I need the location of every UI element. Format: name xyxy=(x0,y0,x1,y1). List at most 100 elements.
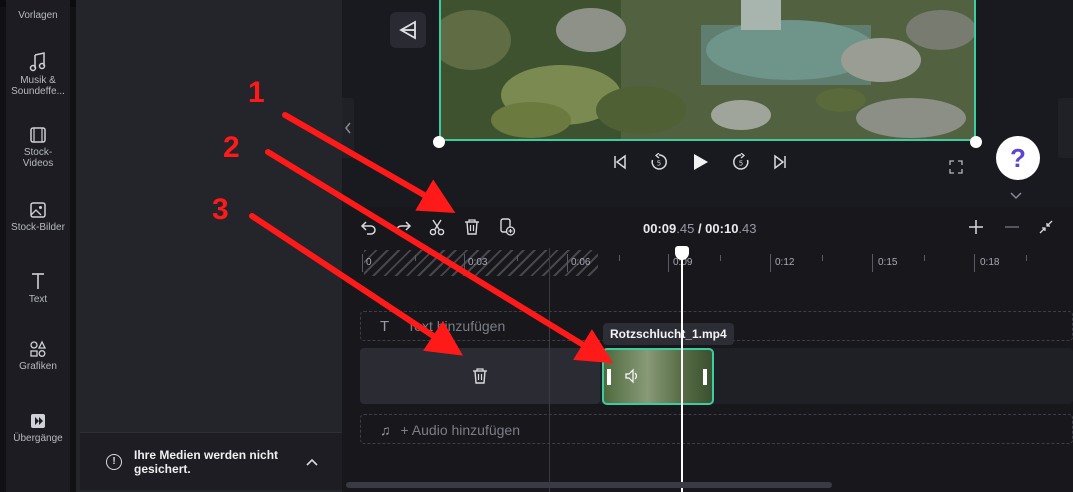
hover-cursor-line xyxy=(549,248,550,492)
add-text-label: Text hinzufügen xyxy=(407,318,506,334)
sidebar-item-graphics[interactable]: Grafiken xyxy=(6,340,70,372)
playhead-handle[interactable] xyxy=(675,246,689,260)
ruler-label: 0:06 xyxy=(571,257,591,268)
aspect-ratio-button[interactable] xyxy=(390,12,426,48)
text-icon: T xyxy=(380,318,390,335)
text-icon xyxy=(32,273,44,289)
notice-text: Ihre Medien werden nicht gesichert. xyxy=(134,447,279,476)
ruler-minor-tick xyxy=(619,255,620,261)
add-text-track[interactable]: T Text hinzufügen xyxy=(380,318,505,335)
ruler-tick xyxy=(770,254,771,272)
skip-to-start-icon[interactable] xyxy=(612,154,628,170)
sidebar-item-label: Grafiken xyxy=(19,361,57,372)
zoom-out-icon[interactable] xyxy=(1004,219,1020,235)
collapse-left-panel-button[interactable] xyxy=(342,98,354,158)
left-sidebar: Vorlagen Musik & Soundeffe... Stock-Vide… xyxy=(6,0,70,492)
ruler-minor-tick xyxy=(1026,255,1027,261)
zoom-in-icon[interactable] xyxy=(968,219,984,235)
ruler-minor-tick xyxy=(720,255,721,261)
sidebar-item-label: Text xyxy=(28,294,48,305)
chevron-left-icon xyxy=(345,122,351,134)
media-panel xyxy=(76,0,342,492)
transition-icon xyxy=(31,414,45,428)
svg-text:5: 5 xyxy=(657,160,661,168)
zoom-fit-icon[interactable] xyxy=(1038,219,1054,235)
ruler-label: 0:03 xyxy=(468,257,488,268)
fullscreen-icon[interactable] xyxy=(949,160,963,174)
clip-name-tooltip: Rotzschlucht_1.mp4 xyxy=(603,323,734,345)
ruler-label: 0 xyxy=(366,257,372,268)
ruler-minor-tick xyxy=(415,255,416,261)
duplicate-icon[interactable] xyxy=(498,218,516,236)
ruler-minor-tick xyxy=(924,255,925,261)
forward-5s-icon[interactable]: 5 xyxy=(732,153,750,171)
sidebar-item-label: Stock-Videos xyxy=(22,147,54,169)
time-separator: / xyxy=(694,221,706,236)
svg-text:5: 5 xyxy=(739,160,743,168)
help-button[interactable]: ? xyxy=(996,136,1040,180)
ruler-tick xyxy=(974,254,975,272)
total-time: 00:10 xyxy=(705,221,739,236)
sidebar-item-label: Stock-Bilder xyxy=(11,222,65,233)
annotation-label-2: 2 xyxy=(223,131,240,164)
sidebar-item-transitions[interactable]: Übergänge xyxy=(6,412,70,444)
player-controls: 5 5 xyxy=(612,152,788,172)
redo-icon[interactable] xyxy=(394,218,412,236)
ruler-tick xyxy=(567,254,568,272)
current-time: 00:09 xyxy=(643,221,677,236)
resize-handle-bottom-right[interactable] xyxy=(970,136,982,148)
timecode: 00:09.45 / 00:10.43 xyxy=(643,221,757,236)
rewind-5s-icon[interactable]: 5 xyxy=(650,153,668,171)
ruler-tick xyxy=(464,254,465,272)
total-time-fraction: .43 xyxy=(738,221,757,236)
skip-to-end-icon[interactable] xyxy=(772,154,788,170)
video-clip[interactable] xyxy=(602,348,714,405)
chevron-up-icon[interactable] xyxy=(306,458,318,466)
empty-gap-slot[interactable] xyxy=(360,348,600,404)
ruler-tick xyxy=(668,254,669,272)
music-note-icon xyxy=(29,52,46,72)
current-time-fraction: .45 xyxy=(676,221,695,236)
sidebar-item-label: Übergänge xyxy=(13,433,63,444)
music-note-icon: ♫ xyxy=(380,422,391,438)
chevron-down-icon[interactable] xyxy=(1010,192,1022,200)
annotation-label-3: 3 xyxy=(212,193,229,226)
trash-icon[interactable] xyxy=(471,367,489,385)
annotation-label-1: 1 xyxy=(248,76,265,109)
resize-handle-bottom-left[interactable] xyxy=(433,136,445,148)
clip-trim-handle-right[interactable] xyxy=(703,369,707,385)
playhead[interactable] xyxy=(681,248,683,492)
video-preview[interactable] xyxy=(439,0,976,141)
film-icon xyxy=(30,127,46,143)
sidebar-item-label: Vorlagen xyxy=(18,10,58,21)
speaker-icon[interactable] xyxy=(624,368,640,384)
timeline-scrollbar[interactable] xyxy=(346,482,832,488)
sidebar-item-music[interactable]: Musik & Soundeffe... xyxy=(6,52,70,97)
clip-trim-handle-left[interactable] xyxy=(607,369,611,385)
trash-icon[interactable] xyxy=(463,218,481,236)
ruler-label: 0:12 xyxy=(775,257,795,268)
scissors-icon[interactable] xyxy=(428,218,446,236)
sidebar-item-text[interactable]: Text xyxy=(6,271,70,305)
sidebar-item-templates[interactable]: Vorlagen xyxy=(6,10,70,21)
sidebar-item-stock-videos[interactable]: Stock-Videos xyxy=(6,126,70,169)
ruler-minor-tick xyxy=(822,255,823,261)
ruler-label: 0:18 xyxy=(980,257,1000,268)
shapes-icon xyxy=(30,340,47,357)
waterfall-scene-image xyxy=(441,0,974,139)
add-audio-track[interactable]: ♫ + Audio hinzufügen xyxy=(380,422,520,438)
sidebar-item-label: Musik & Soundeffe... xyxy=(11,75,65,97)
ruler-minor-tick xyxy=(517,255,518,261)
info-icon: ! xyxy=(106,453,122,470)
image-icon xyxy=(30,202,46,218)
play-icon[interactable] xyxy=(690,152,710,172)
add-audio-label: + Audio hinzufügen xyxy=(400,422,521,438)
collapse-right-panel-button[interactable] xyxy=(1058,98,1073,158)
ruler-label: 0:15 xyxy=(878,257,898,268)
ruler-tick xyxy=(362,254,363,272)
undo-icon[interactable] xyxy=(360,218,378,236)
aspect-ratio-icon xyxy=(399,20,416,40)
ruler-tick xyxy=(872,254,873,272)
media-not-saved-notice[interactable]: ! Ihre Medien werden nicht gesichert. xyxy=(80,432,342,490)
sidebar-item-stock-images[interactable]: Stock-Bilder xyxy=(6,201,70,233)
